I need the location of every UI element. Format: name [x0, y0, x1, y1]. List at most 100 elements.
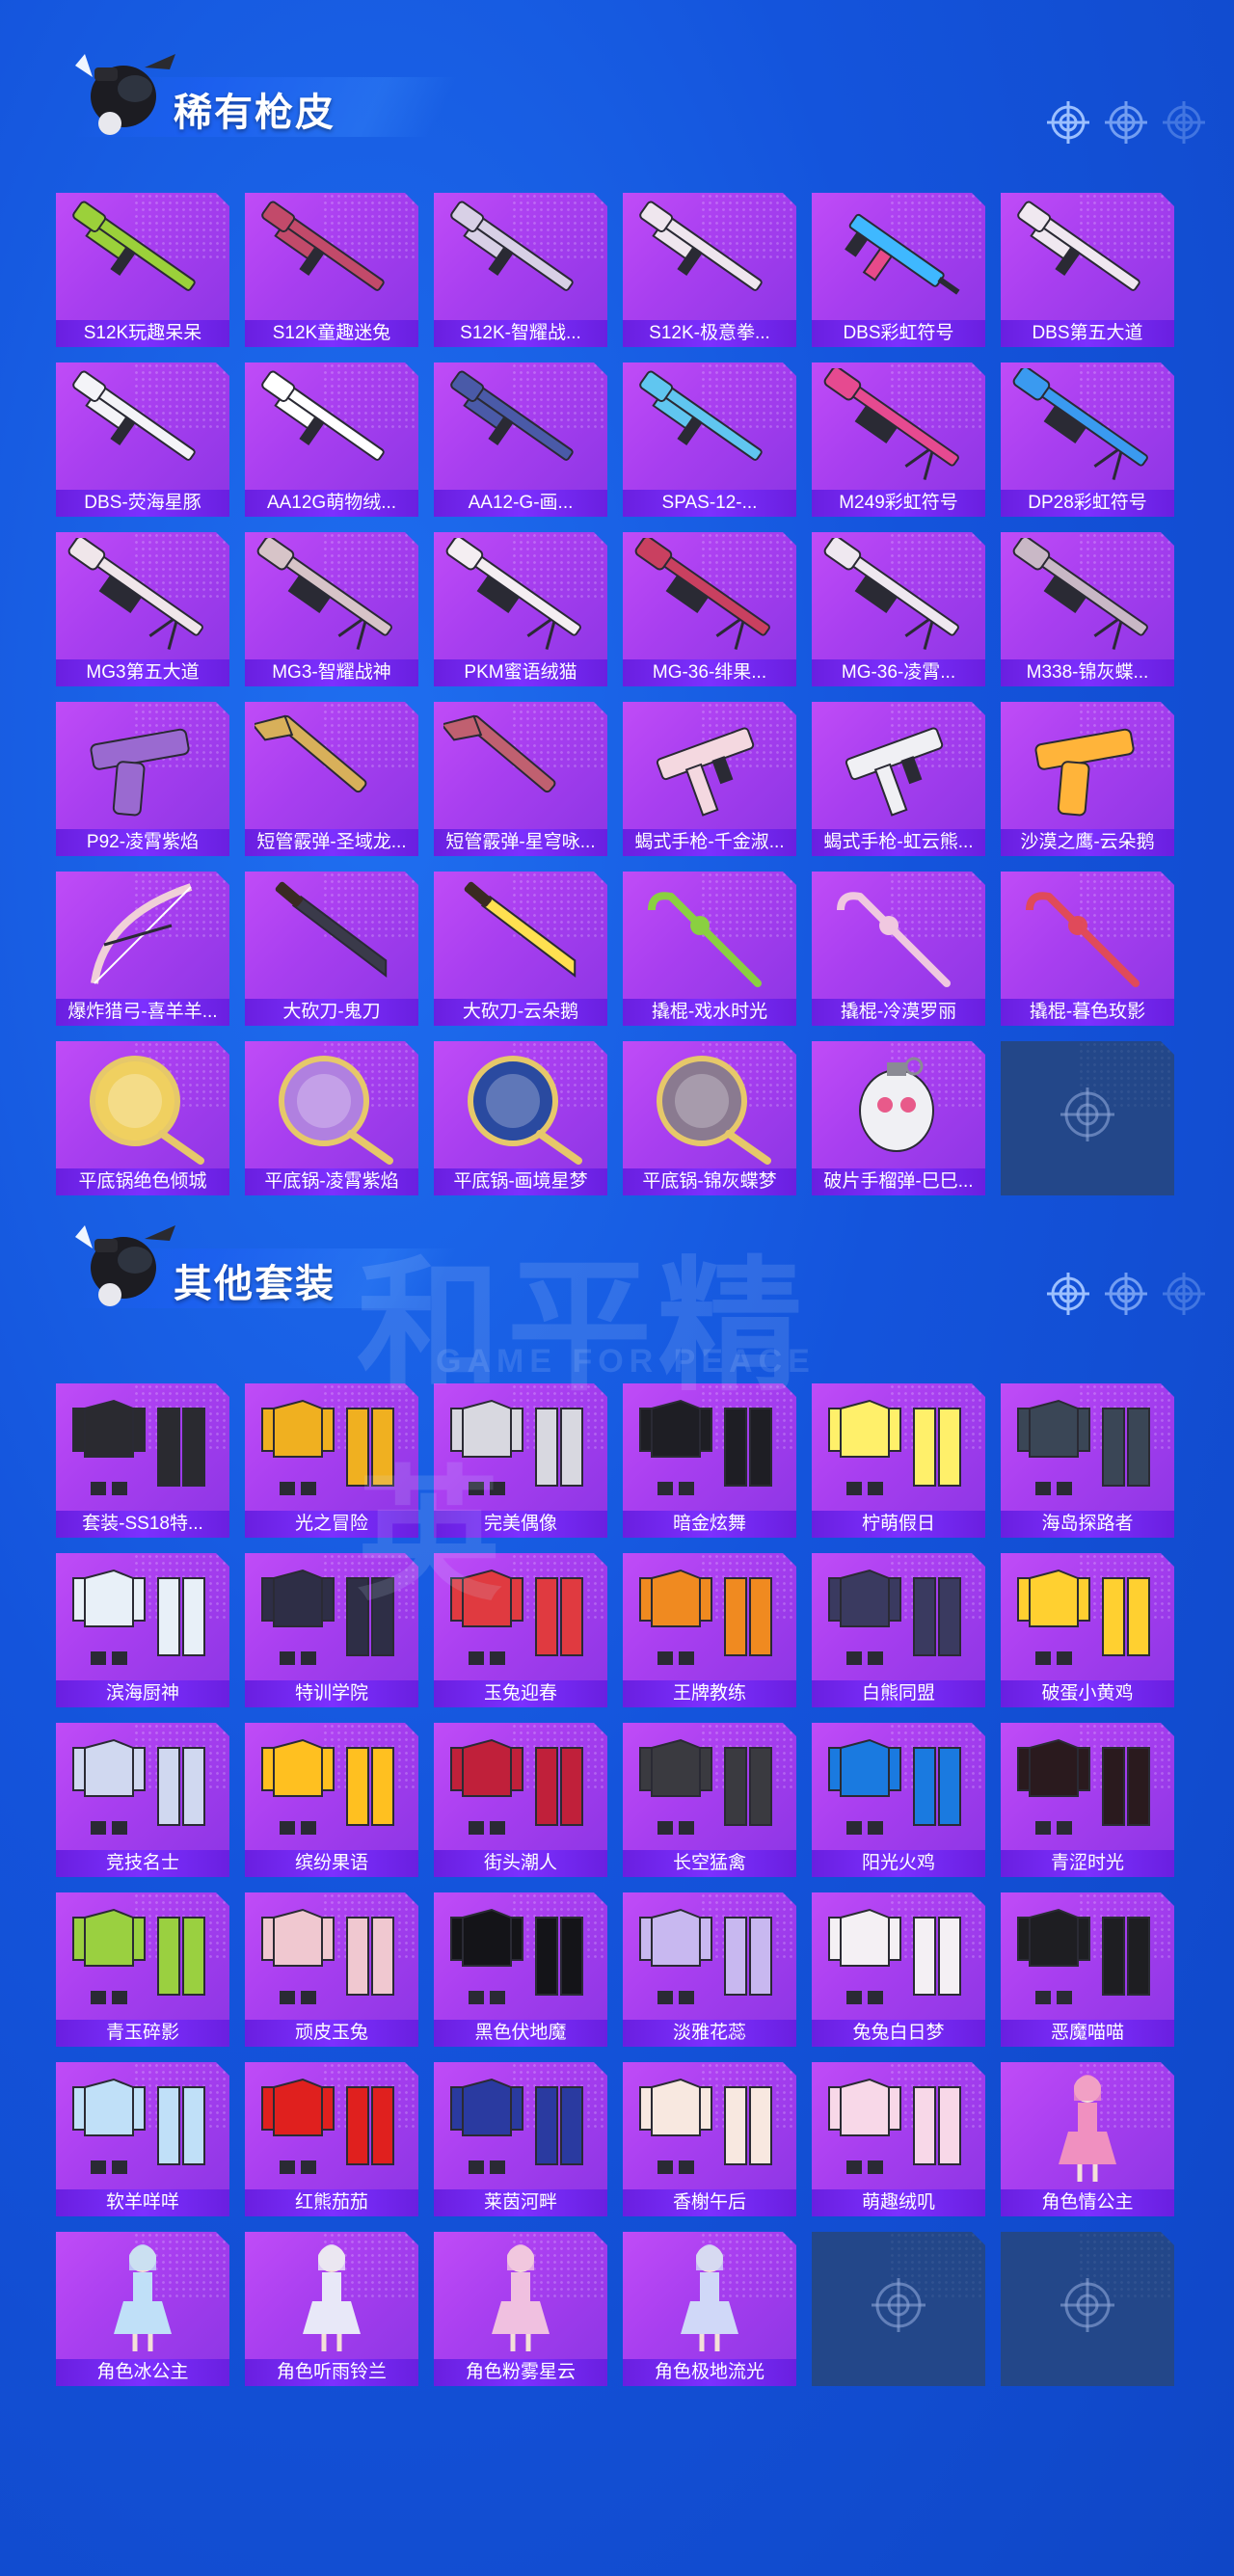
item-card[interactable]: DBS-荧海星豚	[56, 362, 229, 517]
outfit-icon	[255, 1898, 409, 2016]
shotgun-icon	[443, 368, 598, 486]
item-card[interactable]: 滨海厨神	[56, 1553, 229, 1707]
item-card[interactable]: P92-凌霄紫焰	[56, 702, 229, 856]
item-card[interactable]: M249彩虹符号	[812, 362, 985, 517]
item-card[interactable]: 白熊同盟	[812, 1553, 985, 1707]
item-card[interactable]: 短管霰弹-星穹咏...	[434, 702, 607, 856]
section-title: 其他套装	[174, 1263, 335, 1305]
item-card[interactable]: S12K玩趣呆呆	[56, 193, 229, 347]
item-card[interactable]: 青玉碎影	[56, 1892, 229, 2047]
item-card[interactable]: 沙漠之鹰-云朵鹅	[1001, 702, 1174, 856]
item-card[interactable]: 平底锅-锦灰蝶梦	[623, 1041, 796, 1195]
lmg-icon	[66, 538, 220, 656]
item-card[interactable]: 竞技名士	[56, 1723, 229, 1877]
item-label: 破片手榴弹-巳巳...	[812, 1168, 985, 1195]
item-card[interactable]: 平底锅绝色倾城	[56, 1041, 229, 1195]
item-card[interactable]: 莱茵河畔	[434, 2062, 607, 2216]
crosshair-icon	[1047, 101, 1089, 144]
item-card[interactable]: M338-锦灰蝶...	[1001, 532, 1174, 686]
item-card[interactable]: 套装-SS18特...	[56, 1383, 229, 1538]
item-label: 短管霰弹-圣域龙...	[245, 829, 418, 856]
pan-icon	[66, 1047, 220, 1165]
item-label: 角色情公主	[1001, 2189, 1174, 2216]
item-card[interactable]: 蝎式手枪-虹云熊...	[812, 702, 985, 856]
item-card[interactable]: 软羊咩咩	[56, 2062, 229, 2216]
item-card[interactable]: AA12-G-画...	[434, 362, 607, 517]
lmg-icon	[821, 538, 976, 656]
item-card[interactable]: DBS彩虹符号	[812, 193, 985, 347]
item-label: 爆炸猎弓-喜羊羊...	[56, 999, 229, 1026]
item-card[interactable]: 平底锅-画境星梦	[434, 1041, 607, 1195]
item-card[interactable]: 青涩时光	[1001, 1723, 1174, 1877]
item-card[interactable]: MG3第五大道	[56, 532, 229, 686]
item-card[interactable]: 撬棍-冷漠罗丽	[812, 872, 985, 1026]
item-card[interactable]: 黑色伏地魔	[434, 1892, 607, 2047]
item-card[interactable]: 长空猛禽	[623, 1723, 796, 1877]
crosshair-icon	[1010, 2238, 1165, 2355]
item-card[interactable]: 撬棍-暮色玫影	[1001, 872, 1174, 1026]
item-label: 撬棍-戏水时光	[623, 999, 796, 1026]
item-card[interactable]: MG-36-绯果...	[623, 532, 796, 686]
item-card[interactable]: 红熊茄茄	[245, 2062, 418, 2216]
item-label: 萌趣绒叽	[812, 2189, 985, 2216]
item-card[interactable]: 角色冰公主	[56, 2232, 229, 2386]
item-label: 青涩时光	[1001, 1850, 1174, 1877]
item-card[interactable]: DBS第五大道	[1001, 193, 1174, 347]
item-card[interactable]: MG-36-凌霄...	[812, 532, 985, 686]
item-card[interactable]: AA12G萌物绒...	[245, 362, 418, 517]
item-card[interactable]: 大砍刀-鬼刀	[245, 872, 418, 1026]
item-label: SPAS-12-...	[623, 490, 796, 517]
item-card[interactable]: 短管霰弹-圣域龙...	[245, 702, 418, 856]
item-label: 红熊茄茄	[245, 2189, 418, 2216]
item-card[interactable]: 恶魔喵喵	[1001, 1892, 1174, 2047]
crosshair-icon	[1047, 1273, 1089, 1315]
item-label: 暗金炫舞	[623, 1511, 796, 1538]
item-card[interactable]: 香榭午后	[623, 2062, 796, 2216]
item-label: 平底锅-凌霄紫焰	[245, 1168, 418, 1195]
outfit-icon	[443, 1729, 598, 1846]
item-label: MG3-智耀战神	[245, 659, 418, 686]
item-card[interactable]: 破蛋小黄鸡	[1001, 1553, 1174, 1707]
item-card[interactable]: 撬棍-戏水时光	[623, 872, 796, 1026]
item-card[interactable]: 角色情公主	[1001, 2062, 1174, 2216]
item-card[interactable]: 柠萌假日	[812, 1383, 985, 1538]
item-card[interactable]: 王牌教练	[623, 1553, 796, 1707]
item-label: MG-36-绯果...	[623, 659, 796, 686]
item-card[interactable]: 街头潮人	[434, 1723, 607, 1877]
machete-icon	[255, 877, 409, 995]
item-card[interactable]: S12K-智耀战...	[434, 193, 607, 347]
outfit-icon	[632, 2068, 787, 2186]
item-label: 大砍刀-云朵鹅	[434, 999, 607, 1026]
item-card[interactable]: DP28彩虹符号	[1001, 362, 1174, 517]
item-card[interactable]: 大砍刀-云朵鹅	[434, 872, 607, 1026]
item-card[interactable]: 破片手榴弹-巳巳...	[812, 1041, 985, 1195]
item-label: 蝎式手枪-虹云熊...	[812, 829, 985, 856]
outfit-icon	[66, 1389, 220, 1507]
item-card[interactable]: 萌趣绒叽	[812, 2062, 985, 2216]
section-title: 稀有枪皮	[174, 92, 335, 134]
outfit-icon	[1010, 1559, 1165, 1677]
item-card[interactable]: MG3-智耀战神	[245, 532, 418, 686]
item-card[interactable]: 爆炸猎弓-喜羊羊...	[56, 872, 229, 1026]
lmg-icon	[1010, 368, 1165, 486]
pistol-icon	[66, 708, 220, 825]
item-card[interactable]: SPAS-12-...	[623, 362, 796, 517]
item-card[interactable]: PKM蜜语绒猫	[434, 532, 607, 686]
item-card[interactable]: 平底锅-凌霄紫焰	[245, 1041, 418, 1195]
crosshair-icon	[1010, 1047, 1165, 1165]
item-card[interactable]: 阳光火鸡	[812, 1723, 985, 1877]
item-card[interactable]: 角色粉雾星云	[434, 2232, 607, 2386]
item-card[interactable]: S12K童趣迷兔	[245, 193, 418, 347]
item-label: 平底锅绝色倾城	[56, 1168, 229, 1195]
item-card[interactable]: 顽皮玉兔	[245, 1892, 418, 2047]
shotgun-icon	[1010, 199, 1165, 316]
item-card[interactable]: 角色极地流光	[623, 2232, 796, 2386]
item-card[interactable]: 兔兔白日梦	[812, 1892, 985, 2047]
crowbar-icon	[821, 877, 976, 995]
item-card[interactable]: S12K-极意拳...	[623, 193, 796, 347]
item-card[interactable]: 蝎式手枪-千金淑...	[623, 702, 796, 856]
item-card[interactable]: 缤纷果语	[245, 1723, 418, 1877]
item-card[interactable]: 海岛探路者	[1001, 1383, 1174, 1538]
item-card[interactable]: 角色听雨铃兰	[245, 2232, 418, 2386]
item-card[interactable]: 淡雅花蕊	[623, 1892, 796, 2047]
